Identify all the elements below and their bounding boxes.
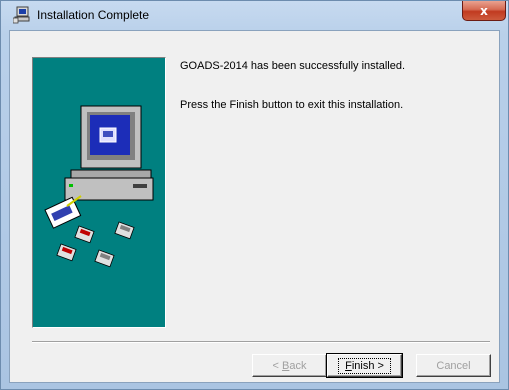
installer-window: Installation Complete x GOADS-2014 has b… (0, 0, 509, 390)
cancel-button[interactable]: Cancel (416, 354, 491, 377)
cancel-button-label: Cancel (436, 359, 471, 372)
finish-button-label: Finish > (338, 357, 391, 374)
install-success-message: GOADS-2014 has been successfully install… (180, 60, 406, 72)
computer-illustration (43, 98, 155, 271)
close-icon: x (480, 3, 488, 18)
side-panel (32, 57, 166, 328)
back-button-label: < Back (272, 359, 307, 372)
title-bar[interactable]: Installation Complete x (1, 1, 508, 29)
back-button[interactable]: < Back (252, 354, 327, 377)
finish-instruction-text: Press the Finish button to exit this ins… (180, 99, 404, 111)
finish-button[interactable]: Finish > (326, 353, 403, 378)
dialog-client-area: GOADS-2014 has been successfully install… (9, 30, 500, 383)
window-title: Installation Complete (37, 8, 150, 22)
button-separator (32, 341, 490, 343)
close-button[interactable]: x (462, 1, 506, 21)
installer-computer-icon (12, 6, 31, 24)
